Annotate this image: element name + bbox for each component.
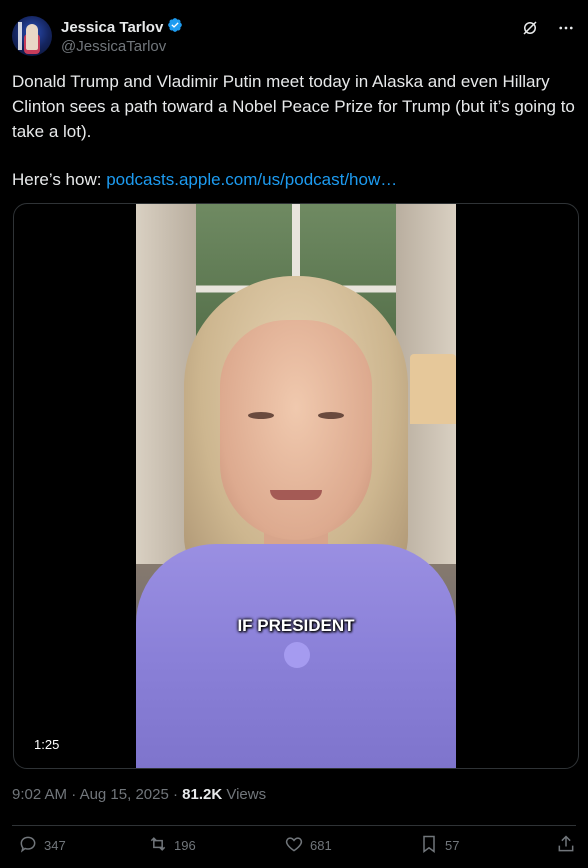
speaker-face bbox=[220, 320, 372, 540]
mouth bbox=[270, 490, 322, 500]
lamp-shade bbox=[410, 354, 456, 424]
video-frame[interactable]: IF PRESIDENT bbox=[136, 204, 456, 768]
video-caption: IF PRESIDENT bbox=[237, 616, 355, 635]
tweet-time[interactable]: 9:02 AM bbox=[12, 786, 67, 803]
grok-icon[interactable] bbox=[520, 18, 540, 38]
tweet-link-line: Here’s how: podcasts.apple.com/us/podcas… bbox=[12, 167, 397, 192]
like-button[interactable]: 681 bbox=[284, 834, 332, 857]
more-icon[interactable] bbox=[556, 18, 576, 38]
bookmark-icon bbox=[419, 834, 439, 857]
tweet-text: Donald Trump and Vladimir Putin meet tod… bbox=[12, 69, 578, 144]
tweet-meta: 9:02 AM · Aug 15, 2025 · 81.2K Views bbox=[12, 786, 266, 803]
repost-count: 196 bbox=[174, 838, 196, 853]
author-handle[interactable]: @JessicaTarlov bbox=[61, 38, 166, 55]
eye-left bbox=[248, 412, 274, 419]
repost-button[interactable]: 196 bbox=[148, 834, 196, 857]
bookmark-button[interactable]: 57 bbox=[419, 834, 459, 857]
reply-icon bbox=[18, 834, 38, 857]
share-icon bbox=[556, 834, 576, 857]
action-bar: 347 196 681 57 bbox=[12, 834, 576, 862]
divider bbox=[12, 825, 576, 826]
author-name[interactable]: Jessica Tarlov bbox=[61, 19, 163, 36]
link-prefix: Here’s how: bbox=[12, 170, 102, 189]
meta-separator: · bbox=[71, 786, 80, 803]
views-label: Views bbox=[226, 786, 267, 803]
bookmark-count: 57 bbox=[445, 838, 460, 853]
author-name-row[interactable]: Jessica Tarlov bbox=[61, 17, 183, 38]
video-player[interactable]: IF PRESIDENT 1:25 bbox=[13, 203, 579, 769]
reply-button[interactable]: 347 bbox=[18, 834, 66, 857]
views-count: 81.2K bbox=[182, 786, 223, 803]
jacket-button bbox=[284, 642, 310, 668]
tweet-header: Jessica Tarlov @JessicaTarlov bbox=[12, 14, 576, 60]
reply-count: 347 bbox=[44, 838, 66, 853]
meta-separator-2: · bbox=[172, 786, 183, 803]
share-button[interactable] bbox=[556, 834, 576, 857]
tweet-body: Donald Trump and Vladimir Putin meet tod… bbox=[12, 72, 575, 141]
tweet-date[interactable]: Aug 15, 2025 bbox=[80, 786, 169, 803]
heart-icon bbox=[284, 834, 304, 857]
video-duration: 1:25 bbox=[34, 737, 60, 752]
repost-icon bbox=[148, 834, 168, 857]
podcast-link[interactable]: podcasts.apple.com/us/podcast/how… bbox=[106, 170, 397, 189]
like-count: 681 bbox=[310, 838, 332, 853]
verified-badge-icon bbox=[167, 17, 183, 38]
eye-right bbox=[318, 412, 344, 419]
author-avatar[interactable] bbox=[12, 16, 52, 56]
